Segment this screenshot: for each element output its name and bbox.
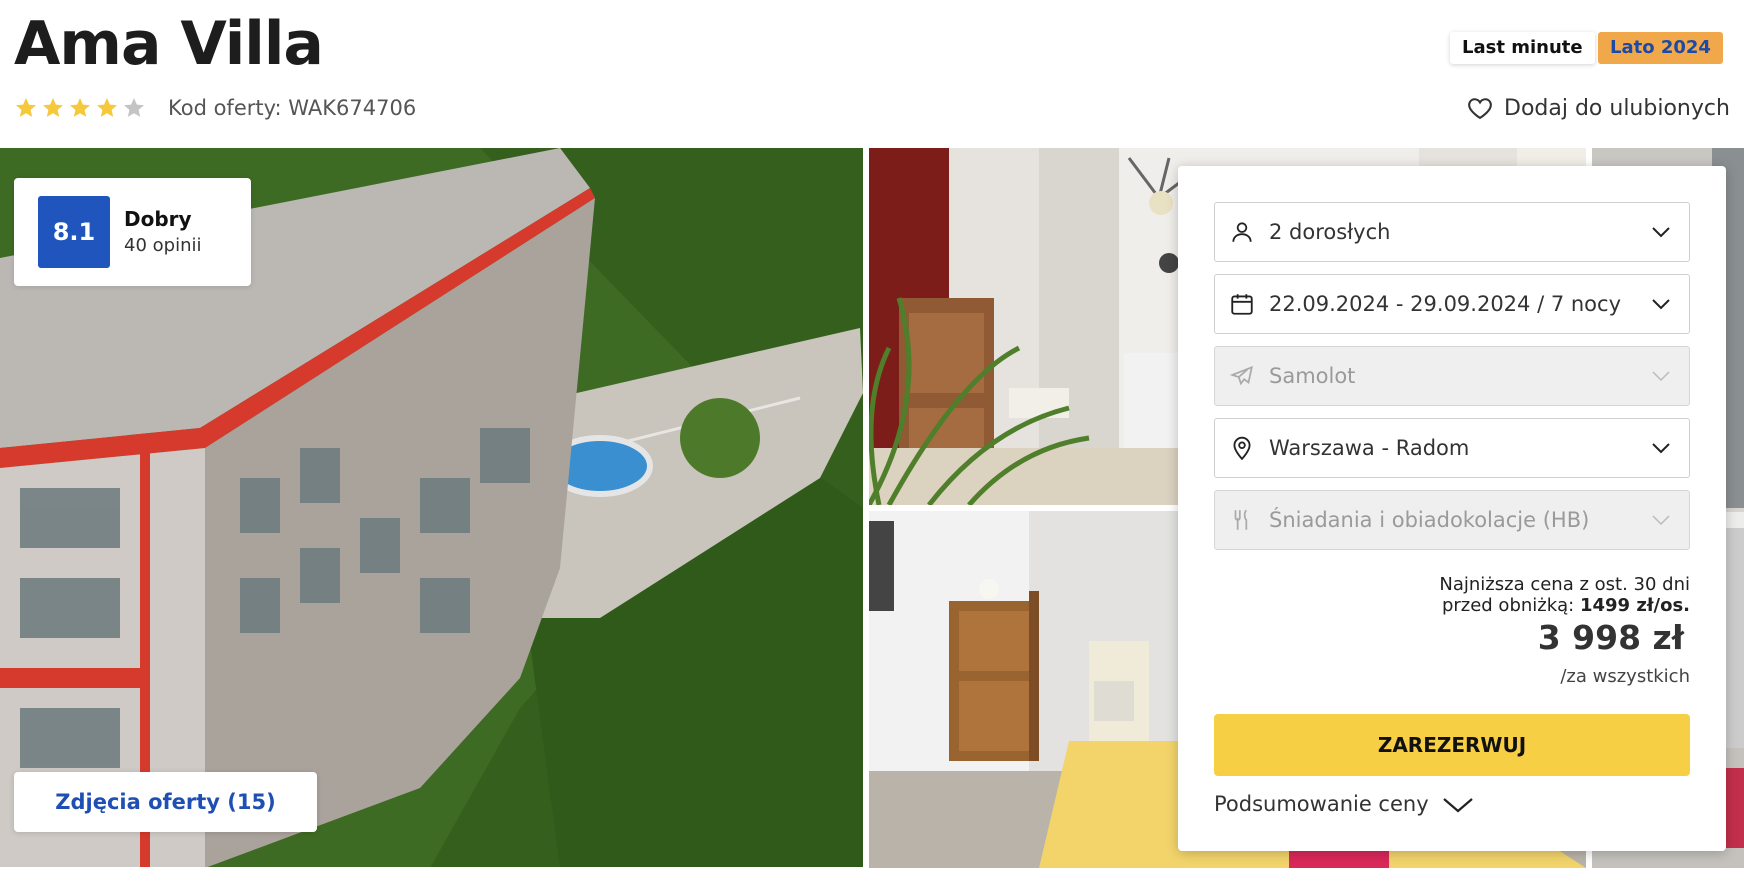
- add-to-favorites-button[interactable]: Dodaj do ulubionych: [1466, 94, 1730, 122]
- favorite-label: Dodaj do ulubionych: [1504, 95, 1730, 121]
- rating-score: 8.1: [38, 196, 110, 268]
- lowest-price-value: 1499 zł/os.: [1579, 595, 1690, 616]
- page-title: Ama Villa: [14, 9, 324, 79]
- lowest-price-note: Najniższa cena z ost. 30 dni przed obniż…: [1439, 574, 1690, 616]
- star-icon: [16, 98, 36, 117]
- offer-code: Kod oferty: WAK674706: [168, 96, 417, 120]
- chevron-down-icon: [1652, 371, 1670, 382]
- chevron-down-icon: [1652, 227, 1670, 238]
- cutlery-icon: [1234, 509, 1248, 530]
- board-select: Śniadania i obiadokolacje (HB): [1214, 490, 1690, 550]
- chevron-down-icon: [1652, 515, 1670, 526]
- rating-card[interactable]: 8.1 Dobry 40 opinii: [14, 178, 251, 286]
- departure-select[interactable]: Warszawa - Radom: [1214, 418, 1690, 478]
- price-note: /za wszystkich: [1560, 666, 1690, 687]
- chevron-down-icon: [1652, 299, 1670, 310]
- total-price: 3 998 zł: [1537, 618, 1684, 657]
- price-summary-toggle[interactable]: Podsumowanie ceny: [1214, 792, 1475, 816]
- star-icon: [124, 98, 144, 117]
- lowest-price-prefix: przed obniżką:: [1441, 595, 1580, 616]
- transport-select: Samolot: [1214, 346, 1690, 406]
- heart-icon: [1468, 98, 1492, 120]
- dates-select[interactable]: 22.09.2024 - 29.09.2024 / 7 nocy: [1214, 274, 1690, 334]
- travelers-select[interactable]: 2 dorosłych: [1214, 202, 1690, 262]
- season-badge: Lato 2024: [1598, 32, 1723, 64]
- star-icon: [97, 98, 117, 117]
- price-summary-label: Podsumowanie ceny: [1214, 792, 1429, 816]
- last-minute-badge: Last minute: [1450, 32, 1595, 64]
- star-rating: [14, 96, 146, 120]
- travelers-value: 2 dorosłych: [1269, 220, 1391, 244]
- review-count: 40 opinii: [124, 235, 202, 256]
- board-value: Śniadania i obiadokolacje (HB): [1269, 508, 1590, 532]
- star-icon: [70, 98, 90, 117]
- plane-icon: [1229, 365, 1253, 386]
- departure-value: Warszawa - Radom: [1269, 436, 1470, 460]
- dates-value: 22.09.2024 - 29.09.2024 / 7 nocy: [1269, 292, 1621, 316]
- rating-label: Dobry: [124, 207, 192, 231]
- star-icon: [43, 98, 63, 117]
- chevron-down-icon: [1442, 798, 1473, 813]
- location-pin-icon: [1233, 436, 1251, 461]
- person-icon: [1232, 222, 1252, 242]
- transport-value: Samolot: [1269, 364, 1356, 388]
- reserve-button[interactable]: ZAREZERWUJ: [1214, 714, 1690, 776]
- calendar-icon: [1231, 294, 1253, 315]
- chevron-down-icon: [1652, 443, 1670, 454]
- offer-photos-button[interactable]: Zdjęcia oferty (15): [14, 772, 317, 832]
- booking-panel: 2 dorosłych 22.09.2024 - 29.09.2024 / 7 …: [1178, 166, 1726, 851]
- lowest-price-line1: Najniższa cena z ost. 30 dni: [1439, 574, 1690, 595]
